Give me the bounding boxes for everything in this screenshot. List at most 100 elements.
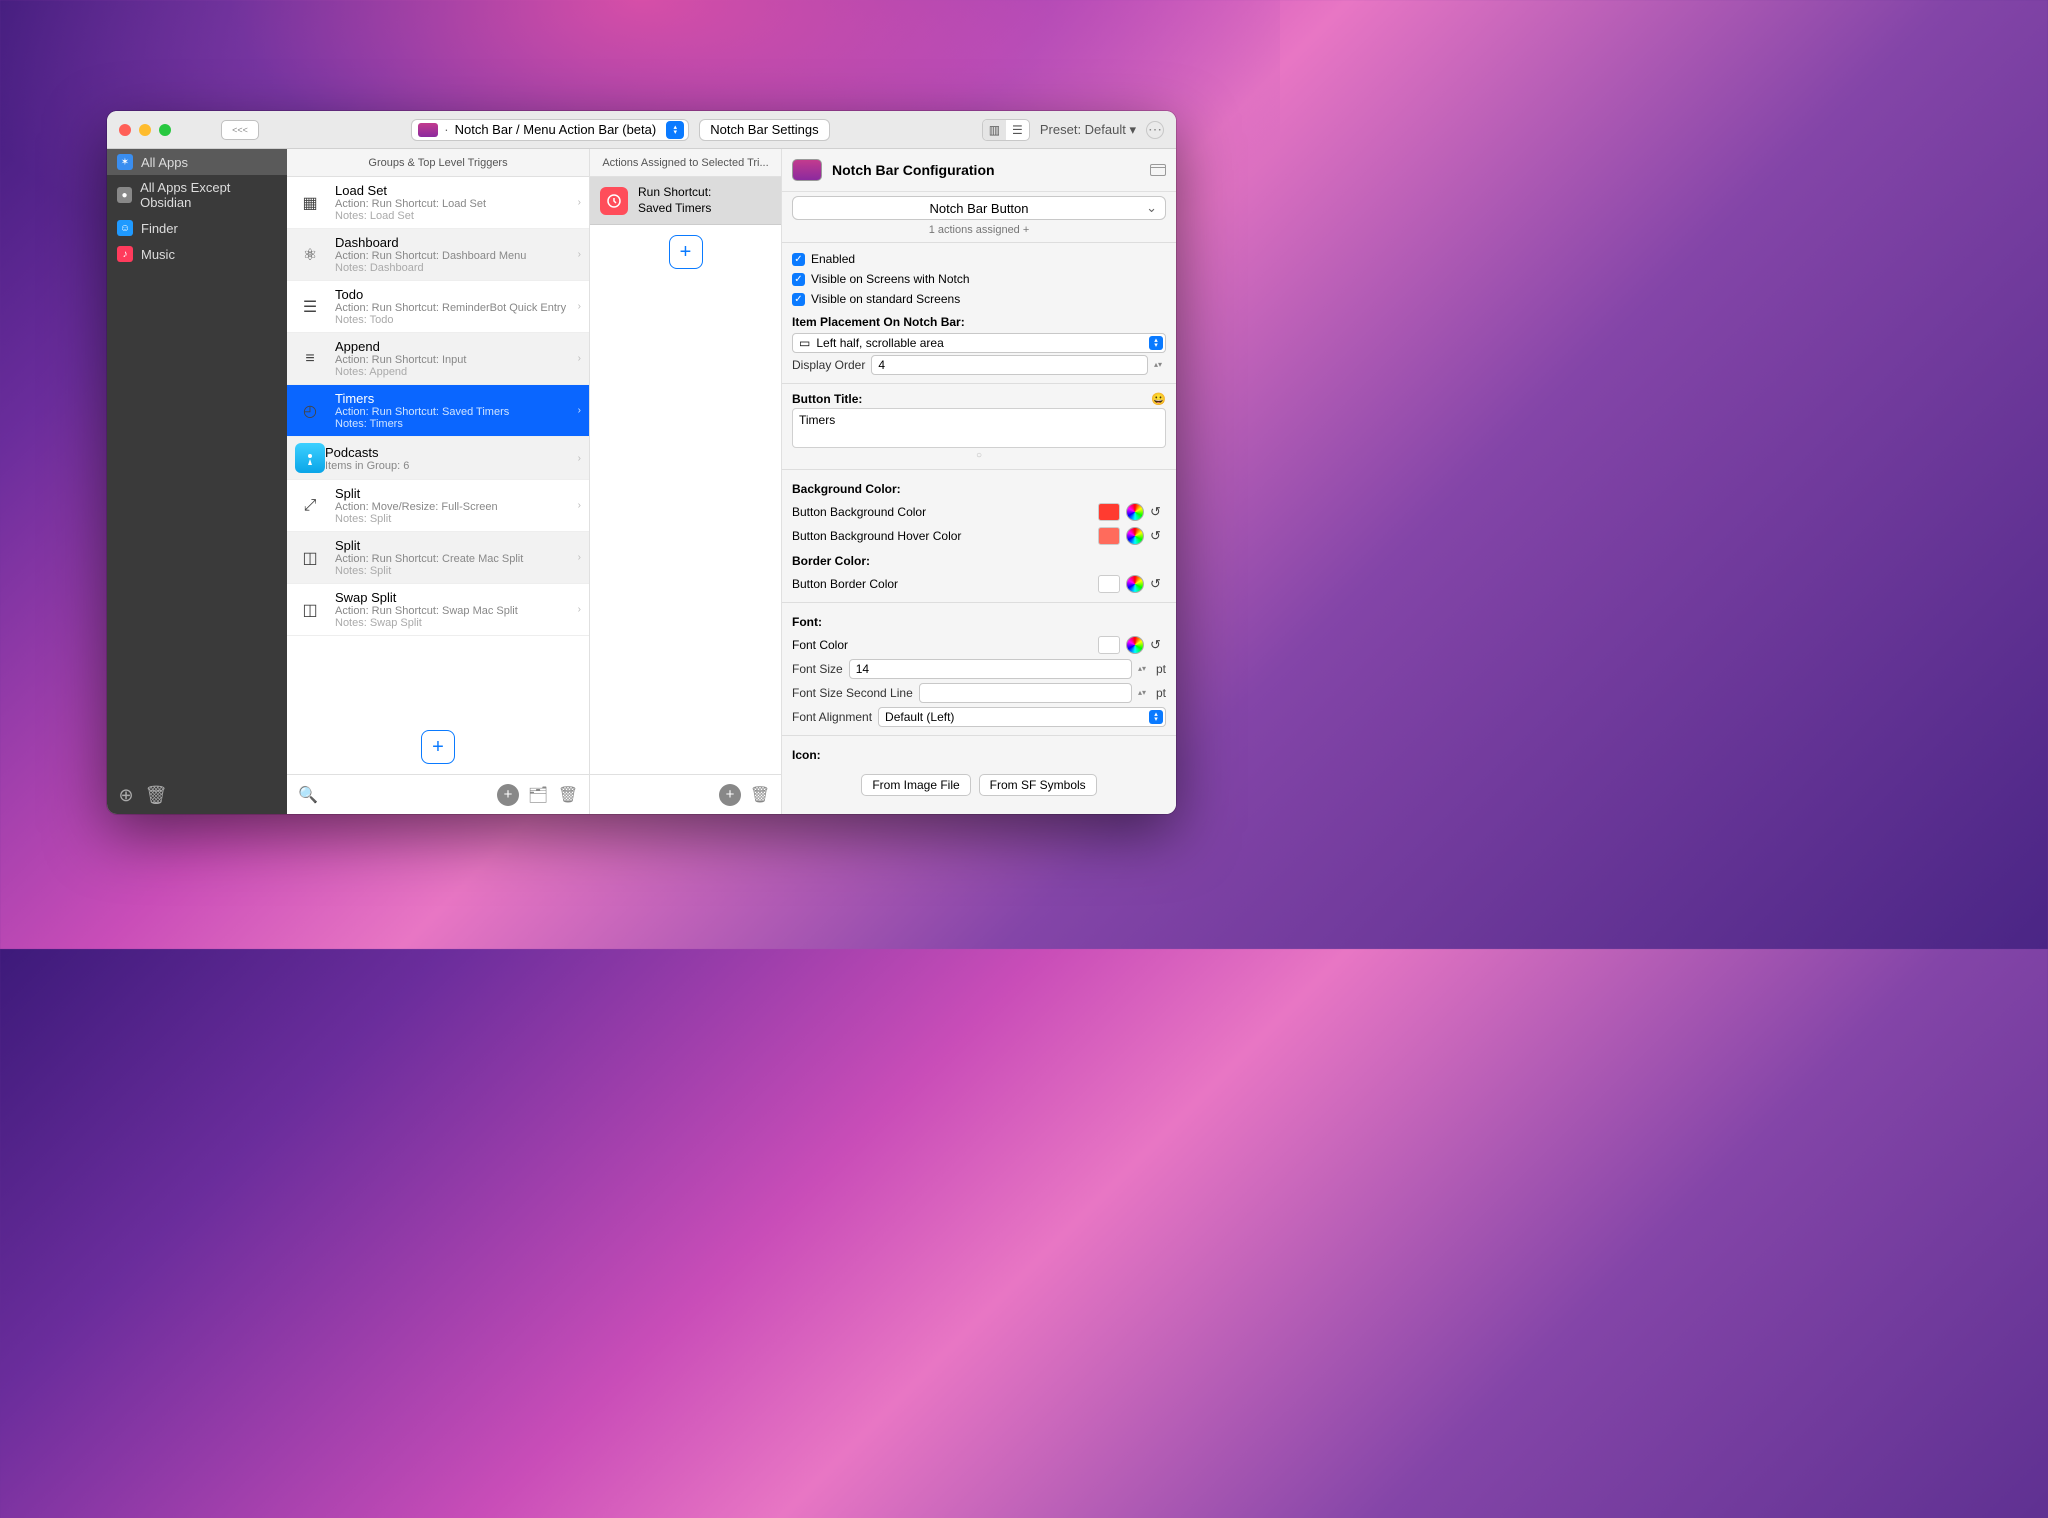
trigger-type-selector[interactable]: · Notch Bar / Menu Action Bar (beta) ▴▾ <box>411 119 689 141</box>
action-item[interactable]: Run Shortcut:Saved Timers <box>590 177 781 225</box>
checkmark-icon: ✓ <box>792 253 805 266</box>
checkmark-icon: ✓ <box>792 273 805 286</box>
view-toggle[interactable]: ▥ ☰ <box>982 119 1030 141</box>
bg-color-swatch[interactable] <box>1098 503 1120 521</box>
reset-icon[interactable]: ↺ <box>1150 504 1166 520</box>
group-item[interactable]: ≡AppendAction: Run Shortcut: InputNotes:… <box>287 333 589 385</box>
reset-icon[interactable]: ↺ <box>1150 576 1166 592</box>
color-picker-icon[interactable] <box>1126 636 1144 654</box>
group-icon: ☰ <box>295 292 325 322</box>
more-menu-icon[interactable]: ⋯ <box>1146 121 1164 139</box>
emoji-picker-button[interactable]: 😀 <box>1151 392 1166 406</box>
zoom-button[interactable] <box>159 124 171 136</box>
chevron-right-icon: › <box>578 301 581 312</box>
groups-column: Groups & Top Level Triggers ▦Load SetAct… <box>287 149 590 814</box>
display-order-input[interactable]: 4 <box>871 355 1148 375</box>
checkmark-icon: ✓ <box>792 293 805 306</box>
font-align-label: Font Alignment <box>792 710 872 724</box>
font-color-label: Font Color <box>792 638 848 652</box>
color-picker-icon[interactable] <box>1126 527 1144 545</box>
preset-selector[interactable]: Preset: Default ▾ <box>1040 122 1136 138</box>
group-item[interactable]: PodcastsItems in Group: 6› <box>287 437 589 480</box>
group-icon: ▦ <box>295 188 325 218</box>
from-sf-symbols-button[interactable]: From SF Symbols <box>979 774 1097 796</box>
font-size-input[interactable]: 14 <box>849 659 1132 679</box>
chevron-right-icon: › <box>578 552 581 563</box>
font-align-selector[interactable]: Default (Left) ▴▾ <box>878 707 1166 727</box>
notch-bar-config-icon <box>792 159 822 181</box>
from-image-file-button[interactable]: From Image File <box>861 774 970 796</box>
chevron-right-icon: › <box>578 353 581 364</box>
inspector-title: Notch Bar Configuration <box>832 162 995 178</box>
button-title-label: Button Title: <box>792 392 862 406</box>
color-picker-icon[interactable] <box>1126 503 1144 521</box>
folder-button[interactable]: 🗂 <box>527 784 549 806</box>
actions-assigned-label: 1 actions assigned + <box>782 224 1176 236</box>
titlebar: <<< · Notch Bar / Menu Action Bar (beta)… <box>107 111 1176 149</box>
group-item[interactable]: ◫Swap SplitAction: Run Shortcut: Swap Ma… <box>287 584 589 636</box>
visible-standard-checkbox[interactable]: ✓ Visible on standard Screens <box>792 289 1166 309</box>
bg-hover-swatch[interactable] <box>1098 527 1120 545</box>
group-item[interactable]: ◫SplitAction: Run Shortcut: Create Mac S… <box>287 532 589 584</box>
reset-icon[interactable]: ↺ <box>1150 528 1166 544</box>
add-group-button[interactable]: + <box>421 730 455 764</box>
group-icon: ⤢ <box>295 491 325 521</box>
sidebar-item[interactable]: ✶All Apps <box>107 149 287 175</box>
notch-bar-settings-button[interactable]: Notch Bar Settings <box>699 119 829 141</box>
display-order-stepper[interactable]: ▴▾ <box>1154 362 1166 368</box>
icon-section-label: Icon: <box>792 742 1166 766</box>
delete-sidebar-item-button[interactable]: 🗑 <box>145 784 167 806</box>
font-color-swatch[interactable] <box>1098 636 1120 654</box>
delete-action-button[interactable]: 🗑 <box>749 784 771 806</box>
podcasts-icon <box>295 443 325 473</box>
group-item[interactable]: ◴TimersAction: Run Shortcut: Saved Timer… <box>287 385 589 437</box>
sidebar-item[interactable]: ●All Apps Except Obsidian <box>107 175 287 215</box>
list-view-icon[interactable]: ☰ <box>1006 120 1029 140</box>
delete-button[interactable]: 🗑 <box>557 784 579 806</box>
chevron-right-icon: › <box>578 453 581 464</box>
group-item[interactable]: ☰TodoAction: Run Shortcut: ReminderBot Q… <box>287 281 589 333</box>
group-icon: ◴ <box>295 396 325 426</box>
bg-color-label: Button Background Color <box>792 505 926 519</box>
app-window: <<< · Notch Bar / Menu Action Bar (beta)… <box>107 111 1176 814</box>
font-size2-input[interactable] <box>919 683 1132 703</box>
sidebar-item[interactable]: ☺Finder <box>107 215 287 241</box>
group-icon: ◫ <box>295 595 325 625</box>
font-size-label: Font Size <box>792 662 843 676</box>
border-color-swatch[interactable] <box>1098 575 1120 593</box>
chevron-right-icon: › <box>578 604 581 615</box>
placement-selector[interactable]: ▭ Left half, scrollable area ▴▾ <box>792 333 1166 353</box>
font-size2-stepper[interactable]: ▴▾ <box>1138 690 1150 696</box>
font-size-stepper[interactable]: ▴▾ <box>1138 666 1150 672</box>
search-button[interactable]: 🔍 <box>297 784 319 806</box>
add-action-footer-button[interactable]: + <box>719 784 741 806</box>
close-button[interactable] <box>119 124 131 136</box>
resize-grabber[interactable]: ○ <box>792 448 1166 463</box>
columns-view-icon[interactable]: ▥ <box>983 120 1006 140</box>
add-button[interactable]: + <box>497 784 519 806</box>
font-section-label: Font: <box>792 609 1166 633</box>
enabled-checkbox[interactable]: ✓ Enabled <box>792 249 1166 269</box>
group-item[interactable]: ▦Load SetAction: Run Shortcut: Load SetN… <box>287 177 589 229</box>
sidebar-item[interactable]: ♪Music <box>107 241 287 267</box>
app-icon: ☺ <box>117 220 133 236</box>
add-sidebar-item-button[interactable]: ⊕ <box>115 784 137 806</box>
popout-icon[interactable] <box>1150 164 1166 176</box>
border-color-label: Button Border Color <box>792 577 898 591</box>
button-type-selector[interactable]: Notch Bar Button ⌄ <box>792 196 1166 220</box>
group-item[interactable]: ⚛DashboardAction: Run Shortcut: Dashboar… <box>287 229 589 281</box>
border-color-section-label: Border Color: <box>792 548 1166 572</box>
app-icon: ✶ <box>117 154 133 170</box>
group-item[interactable]: ⤢SplitAction: Move/Resize: Full-ScreenNo… <box>287 480 589 532</box>
button-title-input[interactable]: Timers <box>792 408 1166 448</box>
placement-label: Item Placement On Notch Bar: <box>792 309 1166 333</box>
reset-icon[interactable]: ↺ <box>1150 637 1166 653</box>
minimize-button[interactable] <box>139 124 151 136</box>
app-icon: ♪ <box>117 246 133 262</box>
color-picker-icon[interactable] <box>1126 575 1144 593</box>
visible-notch-checkbox[interactable]: ✓ Visible on Screens with Notch <box>792 269 1166 289</box>
placement-icon: ▭ <box>799 336 810 350</box>
back-button[interactable]: <<< <box>221 120 259 140</box>
add-action-button[interactable]: + <box>669 235 703 269</box>
sidebar: ✶All Apps●All Apps Except Obsidian☺Finde… <box>107 149 287 814</box>
